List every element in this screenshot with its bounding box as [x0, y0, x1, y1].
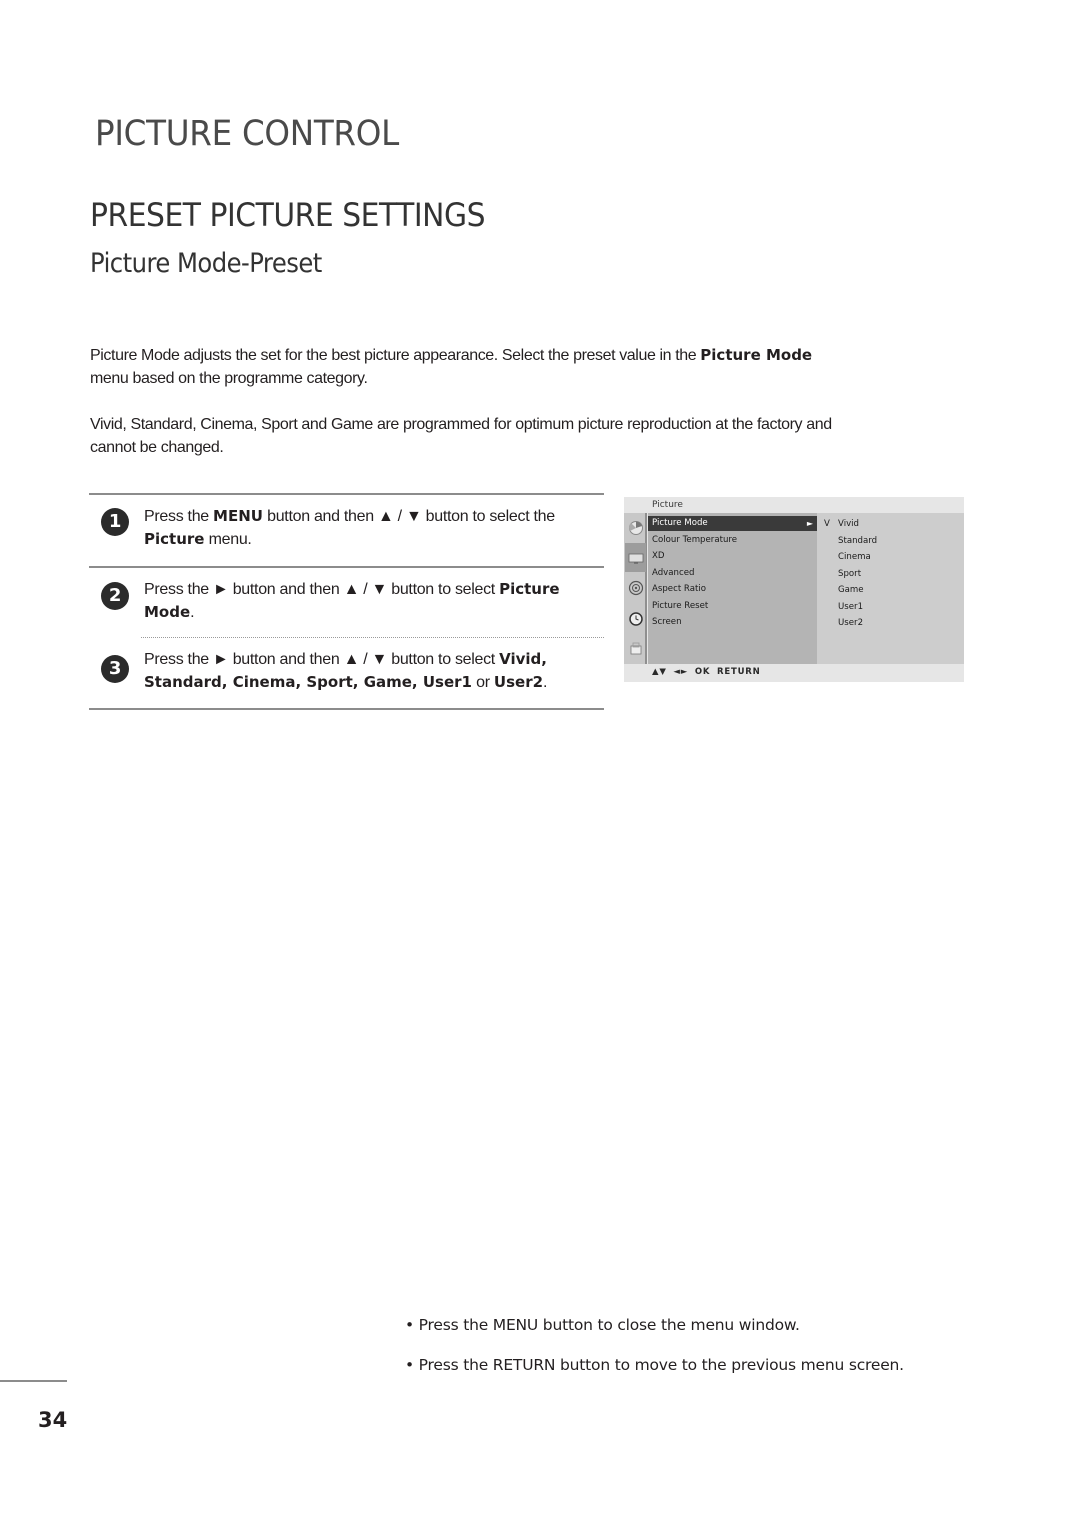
osd-item-picture-mode[interactable]: Picture Mode ►	[648, 516, 817, 531]
note-text: • Press the	[405, 1356, 493, 1374]
note-text: • Press the	[405, 1316, 493, 1334]
osd-header: Picture	[652, 500, 683, 510]
step-run: Press the	[144, 508, 214, 525]
step-number-badge: 3	[101, 655, 129, 683]
osd-option-game[interactable]: Game	[838, 583, 864, 598]
step-emphasis: MENU	[213, 507, 263, 525]
step-text: Press the ► button and then ▲ / ▼ button…	[144, 650, 548, 691]
step-list: 1 Press the MENU button and then ▲ / ▼ b…	[89, 493, 604, 710]
speaker-icon[interactable]	[625, 573, 646, 602]
sub-title: Picture Mode-Preset	[90, 248, 322, 279]
check-mark-icon: V	[824, 519, 830, 529]
osd-item-colour-temperature[interactable]: Colour Temperature	[648, 533, 817, 548]
note-item: • Press the RETURN button to move to the…	[405, 1356, 904, 1374]
section-title: PRESET PICTURE SETTINGS	[90, 196, 485, 234]
osd-item-screen[interactable]: Screen	[648, 615, 817, 630]
osd-item-xd[interactable]: XD	[648, 549, 817, 564]
step-item: 2 Press the ► button and then ▲ / ▼ butt…	[89, 568, 604, 637]
osd-navigation-hint: ▲▼ ◄► OK RETURN	[652, 667, 761, 677]
step-text: Press the MENU button and then ▲ / ▼ but…	[144, 507, 555, 548]
chapter-title: PICTURE CONTROL	[95, 114, 399, 154]
step-run: .	[190, 604, 195, 621]
note-item: • Press the MENU button to close the men…	[405, 1316, 800, 1334]
osd-submenu: V Vivid Standard Cinema Sport Game User1…	[817, 513, 964, 664]
step-run: .	[543, 674, 548, 691]
step-run: Press the ► button and then ▲ / ▼ button…	[144, 651, 500, 668]
page-footer-rule	[0, 1380, 67, 1382]
step-run: button and then ▲ / ▼ button to select t…	[262, 508, 555, 525]
osd-icon-bar	[624, 513, 647, 664]
step-emphasis: Picture	[144, 530, 205, 548]
step-number-badge: 2	[101, 582, 129, 610]
osd-option-user2[interactable]: User2	[838, 616, 863, 631]
step-run: Press the ► button and then ▲ / ▼ button…	[144, 581, 500, 598]
step-number-badge: 1	[101, 508, 129, 536]
arrow-right-icon: ►	[806, 519, 813, 528]
intro-emphasis: Picture Mode	[700, 346, 813, 364]
picture-wheel-icon[interactable]	[625, 513, 646, 542]
intro-paragraph: Vivid, Standard, Cinema, Sport and Game …	[90, 416, 832, 456]
osd-option-sport[interactable]: Sport	[838, 567, 861, 582]
page-number: 34	[38, 1408, 68, 1432]
step-item: 1 Press the MENU button and then ▲ / ▼ b…	[89, 495, 604, 566]
divider	[89, 708, 604, 710]
osd-option-user1[interactable]: User1	[838, 600, 863, 615]
osd-option-vivid[interactable]: Vivid	[838, 517, 859, 532]
osd-item-aspect-ratio[interactable]: Aspect Ratio	[648, 582, 817, 597]
osd-menu-list: Picture Mode ► Colour Temperature XD Adva…	[648, 513, 817, 664]
note-text: button to move to the previous menu scre…	[555, 1356, 904, 1374]
osd-option-cinema[interactable]: Cinema	[838, 550, 871, 565]
note-emphasis: MENU	[492, 1316, 539, 1334]
osd-item-picture-reset[interactable]: Picture Reset	[648, 599, 817, 614]
osd-item-advanced[interactable]: Advanced	[648, 566, 817, 581]
tv-menu-screenshot: Picture Picture Mode ► Colour Temperature…	[624, 497, 964, 682]
note-text: button to close the menu window.	[538, 1316, 800, 1334]
step-run: menu.	[204, 531, 252, 548]
step-emphasis: User2	[493, 673, 544, 691]
step-item: 3 Press the ► button and then ▲ / ▼ butt…	[89, 638, 604, 708]
clock-icon[interactable]	[625, 604, 646, 633]
lock-icon[interactable]	[625, 634, 646, 663]
intro-text: menu based on the programme category.	[90, 370, 368, 387]
intro-paragraph: Picture Mode adjusts the set for the bes…	[90, 344, 850, 390]
step-text: Press the ► button and then ▲ / ▼ button…	[144, 580, 560, 621]
intro-text: Picture Mode adjusts the set for the bes…	[90, 347, 701, 364]
step-run: or	[471, 674, 494, 691]
osd-option-standard[interactable]: Standard	[838, 534, 877, 549]
note-emphasis: RETURN	[492, 1356, 556, 1374]
osd-item-label: Picture Mode	[652, 518, 708, 528]
tv-screen-icon[interactable]	[625, 543, 646, 572]
